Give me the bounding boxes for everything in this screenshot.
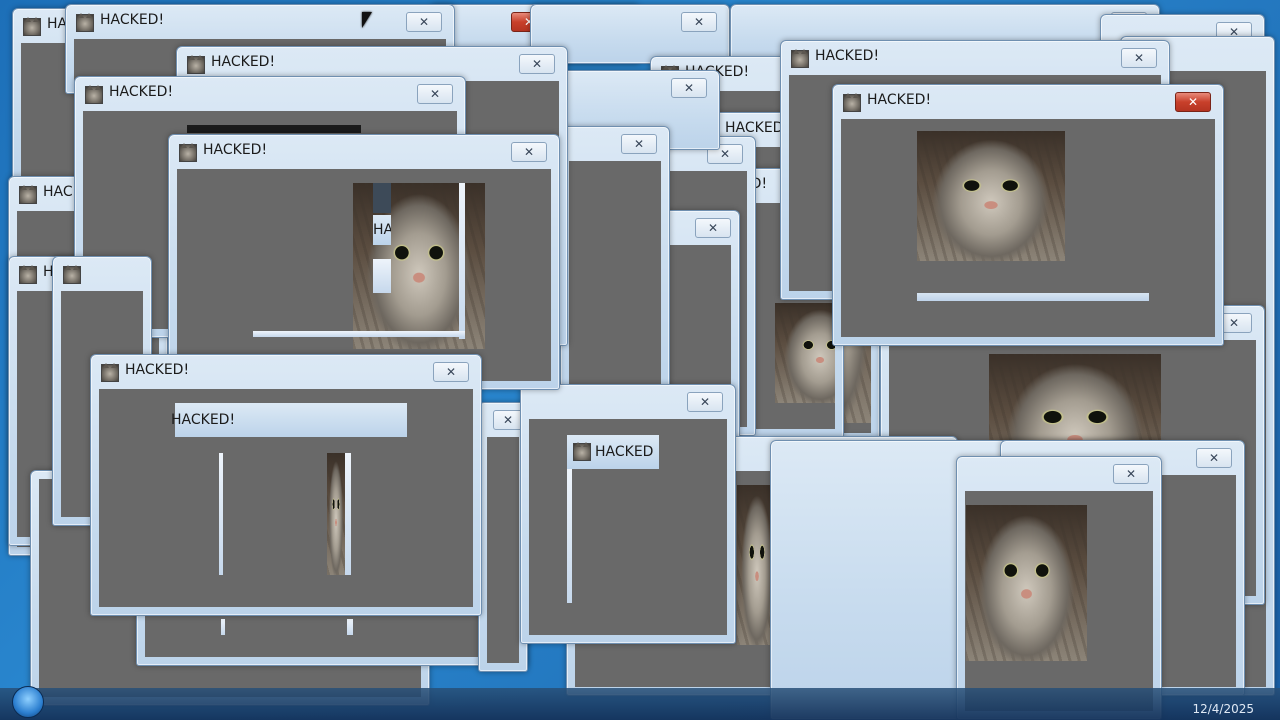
cat-icon bbox=[23, 17, 41, 36]
cat-icon bbox=[63, 265, 81, 284]
window-title: HACKED! bbox=[125, 362, 190, 378]
window-title: HAC bbox=[43, 184, 73, 200]
close-button[interactable]: ✕ bbox=[1113, 464, 1149, 484]
window-client-area: HACKED! bbox=[99, 389, 473, 607]
window-client-area bbox=[569, 161, 661, 387]
progress-strip bbox=[373, 259, 391, 293]
cat-photo bbox=[775, 303, 835, 403]
title-bar[interactable]: ✕ bbox=[731, 5, 1159, 39]
title-bar[interactable]: ✕ bbox=[561, 127, 669, 161]
cat-icon bbox=[85, 85, 103, 104]
window-title: HACKED! bbox=[203, 142, 268, 158]
cat-icon bbox=[19, 265, 37, 284]
cat-icon bbox=[101, 363, 119, 382]
close-button[interactable]: ✕ bbox=[519, 54, 555, 74]
title-bar[interactable] bbox=[53, 257, 151, 291]
title-bar[interactable]: ✕ bbox=[521, 385, 735, 419]
progress-strip bbox=[347, 619, 353, 635]
dark-image-edge bbox=[187, 125, 361, 133]
start-orb-icon[interactable] bbox=[12, 686, 44, 718]
title-bar[interactable]: HACKED! ✕ bbox=[91, 355, 481, 389]
window-client-area bbox=[965, 491, 1153, 711]
progress-strip bbox=[219, 453, 223, 575]
window-client-area: HACKED! bbox=[177, 169, 551, 381]
window-title: HACKED! bbox=[211, 54, 276, 70]
close-button[interactable]: ✕ bbox=[406, 12, 442, 32]
cat-icon bbox=[791, 49, 809, 68]
progress-strip bbox=[345, 453, 351, 575]
desktop: HAC HAC H ✕ ✕ ✕ ✕ bbox=[0, 0, 1280, 720]
close-button[interactable]: ✕ bbox=[1196, 448, 1232, 468]
close-button[interactable]: ✕ bbox=[493, 410, 523, 430]
cat-icon bbox=[843, 93, 861, 112]
close-button[interactable]: ✕ bbox=[1121, 48, 1157, 68]
close-button[interactable]: ✕ bbox=[695, 218, 731, 238]
window-title-fragment: HACKED! bbox=[171, 403, 407, 437]
popup-window[interactable]: ✕ bbox=[560, 126, 670, 396]
title-bar[interactable]: ✕ bbox=[957, 457, 1161, 491]
title-bar[interactable]: HACKED! ✕ bbox=[75, 77, 465, 111]
title-bar[interactable]: HACKED! ✕ bbox=[781, 41, 1169, 75]
progress-strip bbox=[459, 183, 465, 339]
cat-photo bbox=[917, 131, 1065, 261]
window-title: HACKED! bbox=[815, 48, 880, 64]
progress-strip bbox=[221, 619, 225, 635]
popup-window[interactable]: HACKED! ✕ bbox=[832, 84, 1224, 346]
window-title: HACKED! bbox=[109, 84, 174, 100]
taskbar: 12/4/2025 bbox=[0, 686, 1280, 720]
cat-photo bbox=[966, 505, 1087, 661]
title-bar[interactable]: HACKED! ✕ bbox=[833, 85, 1223, 119]
title-bar[interactable]: HACKED! ✕ bbox=[169, 135, 559, 169]
popup-window[interactable]: ✕ HACKED bbox=[520, 384, 736, 644]
window-title: HACKED! bbox=[867, 92, 932, 108]
window-client-area: HACKED bbox=[529, 419, 727, 635]
progress-strip bbox=[373, 183, 391, 213]
cat-photo bbox=[327, 453, 345, 575]
mouse-pointer-icon bbox=[362, 12, 372, 28]
popup-window[interactable]: HACKED! ✕ HACKED! bbox=[90, 354, 482, 616]
window-title-fragment: HACKED! bbox=[373, 215, 391, 245]
close-button[interactable]: ✕ bbox=[687, 392, 723, 412]
cat-icon bbox=[187, 55, 205, 74]
title-bar[interactable]: HACKED! ✕ bbox=[66, 5, 454, 39]
close-button[interactable]: ✕ bbox=[681, 12, 717, 32]
popup-window[interactable]: ✕ bbox=[956, 456, 1162, 720]
window-client-area bbox=[841, 119, 1215, 337]
cat-icon bbox=[76, 13, 94, 32]
cat-icon bbox=[179, 143, 197, 162]
taskbar-clock-date[interactable]: 12/4/2025 bbox=[1192, 702, 1254, 716]
close-button[interactable]: ✕ bbox=[511, 142, 547, 162]
close-button[interactable]: ✕ bbox=[671, 78, 707, 98]
close-button[interactable]: ✕ bbox=[433, 362, 469, 382]
cat-icon bbox=[573, 442, 591, 461]
window-client-area bbox=[487, 437, 519, 663]
title-bar[interactable]: ✕ bbox=[531, 5, 729, 39]
close-button[interactable]: ✕ bbox=[417, 84, 453, 104]
close-button[interactable]: ✕ bbox=[1175, 92, 1211, 112]
close-button[interactable]: ✕ bbox=[621, 134, 657, 154]
cat-icon bbox=[19, 185, 37, 204]
popup-window[interactable]: HACKED! ✕ HACKED! bbox=[168, 134, 560, 390]
progress-strip bbox=[567, 469, 572, 603]
window-title: HACKED! bbox=[100, 12, 165, 28]
progress-bar bbox=[917, 293, 1149, 301]
progress-strip bbox=[253, 331, 465, 337]
